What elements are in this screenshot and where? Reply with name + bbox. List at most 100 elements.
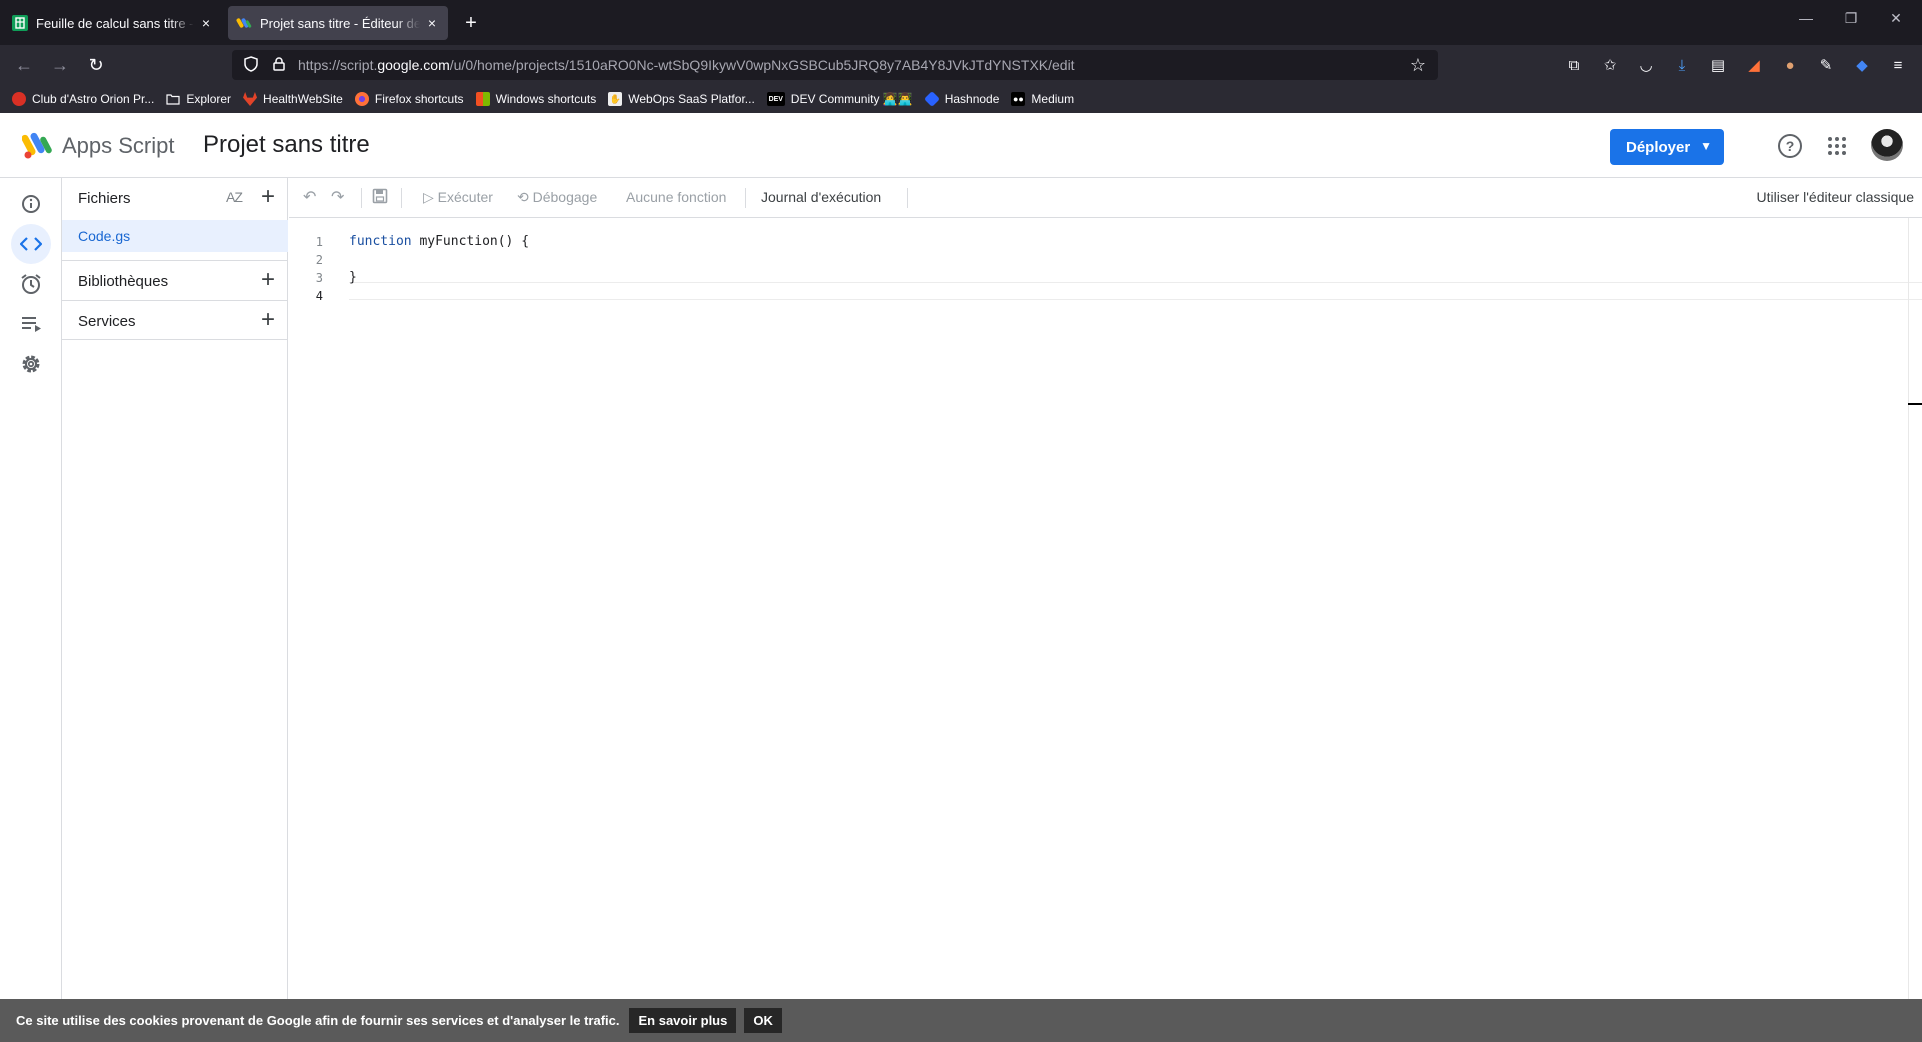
cookie-banner: Ce site utilise des cookies provenant de… [0,999,1922,1042]
google-apps-icon[interactable] [1828,137,1846,155]
editor-scrollbar[interactable] [1908,218,1922,1042]
debug-icon: ⟲ [517,189,533,205]
apps-script-icon [236,15,252,31]
sheets-icon [12,15,28,31]
editor-code-icon[interactable] [11,224,51,264]
debug-button[interactable]: ⟲ Débogage [517,189,597,206]
browser-tab-apps-script[interactable]: Projet sans titre - Éditeur de projet - … [228,6,448,40]
close-window-icon[interactable]: ✕ [1881,10,1911,27]
executions-list-icon[interactable] [11,304,51,344]
url-text[interactable]: https://script.google.com/u/0/home/proje… [298,57,1075,73]
back-icon[interactable]: ← [12,53,36,77]
gitlab-icon [243,92,258,106]
reload-icon[interactable]: ↻ [84,53,108,77]
files-panel: Fichiers AZ + Code.gs Bibliothèques + Se… [62,178,288,1042]
settings-gear-icon[interactable] [11,344,51,384]
code-line[interactable]: } [349,270,357,285]
shield-addon-icon[interactable]: ◆ [1851,54,1873,76]
minimize-icon[interactable]: — [1791,10,1821,26]
tab-title: Feuille de calcul sans titre - Google Sh… [36,15,194,31]
browser-nav-bar: ← → ↻ https://script.google.com/u/0/home… [0,45,1922,85]
medium-icon: ●● [1011,92,1026,106]
url-bar[interactable]: https://script.google.com/u/0/home/proje… [232,50,1438,80]
file-item-code-gs[interactable]: Code.gs [62,220,288,252]
bookmark-item[interactable]: HealthWebSite [243,92,343,106]
divider [361,188,362,208]
run-button[interactable]: ▷ Exécuter [423,189,493,206]
sidebar-icon[interactable]: ▤ [1707,54,1729,76]
bookmark-item[interactable]: ●● Medium [1011,92,1074,106]
bookmarks-star-icon[interactable]: ✩ [1599,54,1621,76]
menu-icon[interactable]: ≡ [1887,54,1909,76]
deploy-button[interactable]: Déployer ▼ [1610,129,1724,165]
pen-icon[interactable]: ✎ [1815,54,1837,76]
avatar[interactable] [1871,129,1903,161]
files-title: Fichiers [78,190,131,207]
astro-icon [12,92,26,106]
browser-tab-sheets[interactable]: Feuille de calcul sans titre - Google Sh… [4,6,222,40]
libraries-label: Bibliothèques [78,273,169,290]
deploy-label: Déployer [1626,138,1691,156]
project-title[interactable]: Projet sans titre [203,131,370,159]
play-icon: ▷ [423,189,438,205]
forward-icon[interactable]: → [48,53,72,77]
app-header: Apps Script Projet sans titre Déployer ▼… [0,113,1922,178]
bookmarks-bar: Club d'Astro Orion Pr... Explorer Health… [0,85,1922,113]
shield-icon[interactable] [242,55,260,75]
learn-more-button[interactable]: En savoir plus [629,1008,737,1033]
sort-az-icon[interactable]: AZ [226,189,243,205]
triggers-alarm-icon[interactable] [11,264,51,304]
line-number: 3 [315,271,323,285]
bookmark-item[interactable]: Hashnode [923,91,999,107]
code-keyword: function [349,234,412,249]
tab-title: Projet sans titre - Éditeur de projet - … [260,15,420,31]
profile-addon-icon[interactable]: ● [1779,54,1801,76]
bookmark-item[interactable]: Explorer [166,92,231,106]
overview-info-icon[interactable] [11,184,51,224]
hashnode-icon [923,91,940,107]
extensions-icon[interactable]: ⧉ [1563,54,1585,76]
bookmark-item[interactable]: Club d'Astro Orion Pr... [12,92,154,106]
code-editor[interactable]: 1 2 3 4 function myFunction() { } [289,218,1922,1042]
bookmark-item[interactable]: DEV DEV Community 👩‍💻👨‍💻 [766,92,913,106]
dev-icon: DEV [766,92,785,106]
redo-icon[interactable]: ↷ [331,187,344,207]
close-tab-icon[interactable]: × [424,15,440,31]
divider [401,188,402,208]
code-line[interactable]: function myFunction() { [349,234,529,249]
restore-icon[interactable]: ❐ [1836,10,1866,27]
execution-log-button[interactable]: Journal d'exécution [761,189,881,205]
current-line-highlight [349,282,1922,300]
product-name[interactable]: Apps Script [62,133,175,159]
lock-icon[interactable] [270,56,288,74]
apps-script-page: Apps Script Projet sans titre Déployer ▼… [0,113,1922,1042]
cookie-text: Ce site utilise des cookies provenant de… [16,1013,620,1028]
browser-tab-strip: Feuille de calcul sans titre - Google Sh… [0,0,1922,45]
save-icon[interactable] [372,188,388,207]
libraries-section[interactable]: Bibliothèques + [62,260,288,300]
close-tab-icon[interactable]: × [198,15,214,31]
add-service-icon[interactable]: + [258,308,278,332]
help-icon[interactable]: ? [1778,134,1802,158]
add-file-icon[interactable]: + [258,185,278,209]
firefox-icon [354,92,369,106]
new-tab-button[interactable]: + [458,10,484,36]
line-number: 4 [315,289,323,303]
download-icon[interactable]: ⤓ [1671,54,1693,76]
function-select[interactable]: Aucune fonction [626,189,726,205]
code-text: myFunction() { [411,234,530,249]
undo-icon[interactable]: ↶ [303,187,316,207]
bookmark-item[interactable]: ✋ WebOps SaaS Platfor... [608,92,755,106]
bookmark-item[interactable]: Firefox shortcuts [354,92,464,106]
ok-button[interactable]: OK [744,1008,782,1033]
pocket-icon[interactable]: ◡ [1635,54,1657,76]
bookmark-star-icon[interactable]: ☆ [1410,55,1426,76]
services-section[interactable]: Services + [62,300,288,340]
caret-down-icon: ▼ [1700,139,1712,153]
divider [907,188,908,208]
classic-editor-link[interactable]: Utiliser l'éditeur classique [1756,189,1914,205]
apps-script-logo[interactable] [21,130,54,160]
add-library-icon[interactable]: + [258,268,278,292]
addon-icon[interactable]: ◢ [1743,54,1765,76]
bookmark-item[interactable]: Windows shortcuts [475,92,596,106]
